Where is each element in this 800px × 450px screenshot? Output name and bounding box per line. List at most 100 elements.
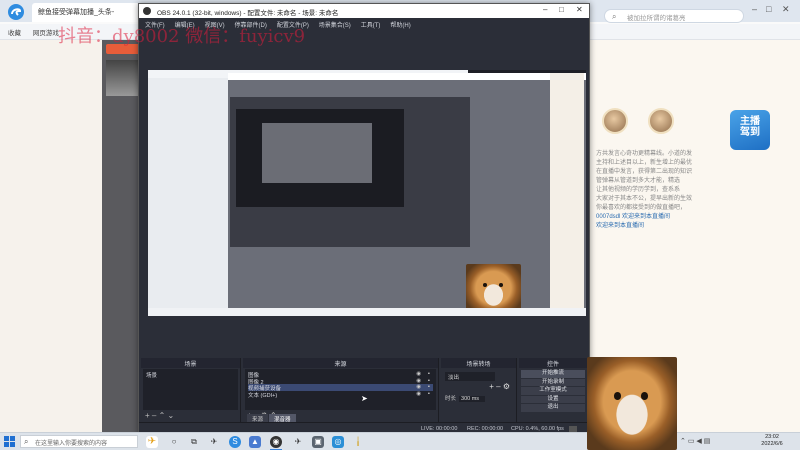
browser-taskbar-icon[interactable]: S [229,436,241,448]
taskbar-app-icon[interactable]: ✈ [292,436,304,448]
browser-tab[interactable]: 鲸鱼接受弹幕加播_头条- [32,3,140,22]
bookmark-item[interactable]: 网页游戏 [33,30,59,37]
start-streaming-button[interactable]: 开始推流 [521,370,585,378]
promo-badge[interactable]: 主播 驾到 [730,110,770,150]
remove-icon[interactable]: – [496,382,500,391]
obs-taskbar-icon[interactable]: ◉ [270,436,282,448]
pinned-app-icon[interactable]: ✈ [146,436,158,448]
chat-line: 主持和上述目以上，新生增上的最优 [596,160,693,166]
chat-link[interactable]: 0007dsdl 欢迎来到本直播间 [596,213,696,222]
menu-help[interactable]: 帮助(H) [390,23,410,29]
taskbar-app-icon[interactable]: ◎ [332,436,344,448]
start-recording-button[interactable]: 开始录制 [521,378,585,386]
minimize-icon[interactable]: – [543,5,547,14]
duration-label: 时长 [445,396,457,402]
scenes-toolbar: + – ⌃ ⌄ [145,411,174,421]
transition-select[interactable]: 淡出 [445,372,495,381]
preview-canvas[interactable] [148,70,586,316]
menu-scene-collection[interactable]: 场景集合(S) [319,23,351,29]
controls-dock-title: 控件 [519,358,587,368]
obs-window-title: OBS 24.0.1 (32-bit, windows) - 配置文件: 未命名… [157,10,339,17]
minimize-icon[interactable]: – [752,4,757,14]
search-icon: ⌕ [24,437,29,446]
close-icon[interactable]: ✕ [782,4,790,15]
add-icon[interactable]: + [145,411,150,420]
menu-tools[interactable]: 工具(T) [361,23,381,29]
eye-icon[interactable]: ◉ [416,378,421,384]
taskbar-app-icon[interactable]: ⧉ [188,436,200,448]
menu-docks[interactable]: 停靠部件(D) [235,23,267,29]
eye-icon[interactable]: ◉ [416,371,421,377]
transition-tools: + – ⚙ [489,382,510,391]
captured-taskbar [148,308,586,316]
gear-icon[interactable]: ⚙ [503,382,510,391]
controls-dock: 控件 开始推流 开始录制 工作室模式 设置 退出 [519,358,587,422]
avatar[interactable] [648,108,674,134]
volume-icon[interactable]: ◀ [696,438,701,445]
captured-screen [228,73,586,308]
webcam-overlay [587,357,677,450]
browser-logo-icon[interactable] [5,3,27,21]
network-icon[interactable]: ▭ [688,438,695,445]
lock-icon[interactable]: ▪ [428,378,430,384]
close-icon[interactable]: ✕ [576,5,583,14]
system-tray: ⌃ ▭ ◀ ▤ [680,437,710,445]
eye-icon[interactable]: ◉ [416,391,421,397]
chevron-up-icon[interactable]: ⌃ [680,438,686,445]
chat-line: 方共发言心奇功更精幕线。小道的发 [596,151,693,157]
menu-edit[interactable]: 编辑(E) [175,23,195,29]
settings-button[interactable]: 设置 [521,395,585,403]
site-logo[interactable] [106,44,140,54]
taskbar-search-placeholder: 在这里输入你要搜索的内容 [35,441,108,447]
obs-window: OBS 24.0.1 (32-bit, windows) - 配置文件: 未命名… [138,3,590,435]
add-icon[interactable]: + [489,382,494,391]
remove-icon[interactable]: – [152,411,156,420]
exit-button[interactable]: 退出 [521,404,585,412]
eye-icon[interactable]: ◉ [416,384,421,390]
transitions-dock: 场景转场 淡出 + – ⚙ 时长 300 ms [441,358,517,422]
clock-time: 23:02 [765,434,779,440]
lock-icon[interactable]: ▪ [428,384,430,390]
taskbar-app-icon[interactable]: ✈ [208,436,220,448]
avatar[interactable] [602,108,628,134]
browser-search-input[interactable]: ⌕ 被加拉所谓的诸葛亮 [604,9,744,23]
browser-search-placeholder: 被加拉所谓的诸葛亮 [627,15,686,22]
taskbar-app-icon[interactable]: ╽ [352,436,364,448]
menu-profile[interactable]: 配置文件(P) [277,23,309,29]
start-button[interactable] [4,436,15,447]
scenes-dock: 场景 场景 + – ⌃ ⌄ [141,358,241,422]
move-up-icon[interactable]: ⌃ [159,411,166,420]
notification-icon[interactable]: ▤ [704,438,711,445]
task-view-icon[interactable]: ○ [168,436,180,448]
studio-mode-button[interactable]: 工作室模式 [521,387,585,395]
chat-line: 让其他视频的学历学到，查系系 [596,187,681,193]
menu-file[interactable]: 文件(F) [145,23,165,29]
lock-icon[interactable]: ▪ [428,391,430,397]
menu-view[interactable]: 视图(V) [205,23,225,29]
taskbar-app-icon[interactable]: ▣ [312,436,324,448]
obs-menu-bar: 文件(F) 编辑(E) 视图(V) 停靠部件(D) 配置文件(P) 场景集合(S… [139,18,589,29]
taskbar-app-icon[interactable]: ▲ [249,436,261,448]
controls-buttons: 开始推流 开始录制 工作室模式 设置 退出 [519,370,587,413]
sources-dock: 来源 图像◉▪ 图像 2◉▪ 视频捕获设备◉▪ 文本 (GDI+)◉▪ + – … [243,358,439,422]
obs-title-bar: OBS 24.0.1 (32-bit, windows) - 配置文件: 未命名… [139,4,589,18]
duration-input[interactable]: 300 ms [459,396,486,402]
chat-link[interactable]: 欢迎来到本直播间 [596,222,696,231]
taskbar-clock[interactable]: 23:02 2022/6/6 [752,434,792,448]
obs-logo-icon [143,7,151,15]
sources-list: 图像 ◉ ▪ 图像 2 ◉ ▪ 视频捕获设备 ◉ ▪ 文本 (GDI+) ◉ ▪ [245,369,436,410]
scene-item[interactable]: 场景 [146,371,235,379]
sources-dock-title: 来源 [243,358,438,368]
bookmark-item[interactable]: 收藏 [8,30,21,37]
obs-docks: 场景 场景 + – ⌃ ⌄ 来源 图像 ◉ ▪ 图像 2 ◉ ▪ 视频捕获设备 ◉ ▪ 文本… [139,358,589,422]
maximize-icon[interactable]: □ [766,4,771,14]
source-item[interactable]: 文本 (GDI+) ◉ ▪ [248,391,433,399]
streamer-avatar[interactable] [106,60,140,96]
lock-icon[interactable]: ▪ [428,371,430,377]
chat-line: 你最喜欢的都接受到的做直播吧， [596,205,687,211]
taskbar-search-input[interactable]: ⌕ 在这里输入你要搜索的内容 [20,435,138,448]
scenes-list: 场景 [143,369,238,410]
move-down-icon[interactable]: ⌄ [168,411,175,420]
maximize-icon[interactable]: □ [559,5,564,14]
search-icon: ⌕ [612,12,617,21]
